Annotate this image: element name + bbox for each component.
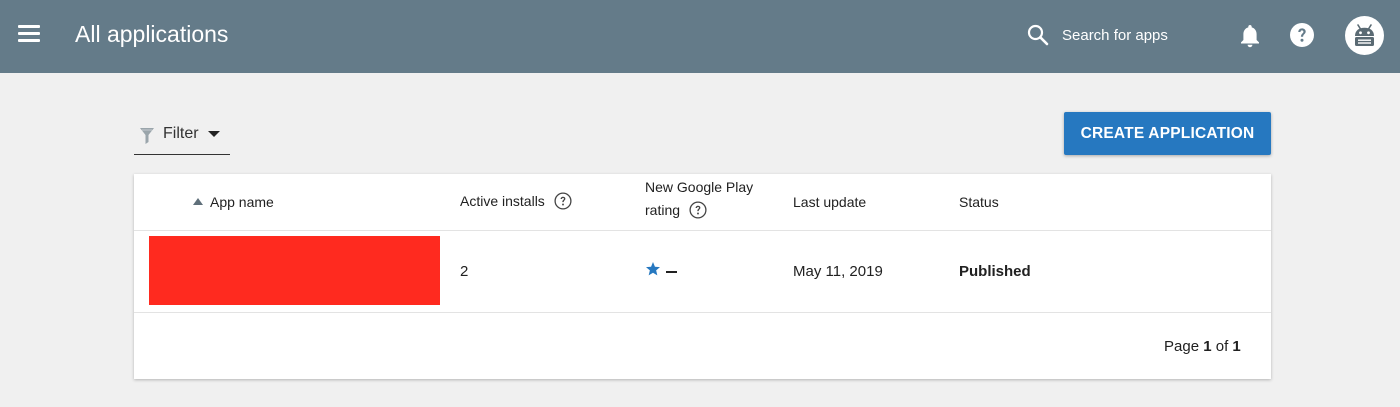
last-update-value: May 11, 2019 [793, 263, 883, 280]
applications-table: App name Active installs New Google Play… [134, 174, 1271, 379]
bell-icon[interactable] [1238, 23, 1262, 54]
top-app-bar: All applications [0, 0, 1400, 73]
android-avatar-icon [1355, 24, 1374, 46]
pagination-prefix: Page [1164, 338, 1200, 355]
column-header-rating-line1: New Google Play [645, 179, 754, 195]
question-circle-icon[interactable] [689, 201, 707, 219]
column-header-active-installs: Active installs [460, 192, 572, 211]
funnel-icon [140, 128, 154, 144]
avatar[interactable] [1345, 16, 1384, 55]
active-installs-value: 2 [460, 263, 469, 280]
pagination-separator: of [1215, 338, 1229, 355]
filter-label: Filter [163, 125, 199, 142]
column-header-rating: rating [645, 201, 707, 220]
pagination-total: 1 [1232, 338, 1241, 355]
column-header-rating-label: rating [645, 202, 681, 218]
question-circle-icon[interactable] [554, 192, 572, 210]
column-header-app-name[interactable]: App name [210, 194, 274, 210]
menu-icon[interactable] [18, 25, 42, 45]
search-box[interactable] [1026, 21, 1212, 51]
chevron-down-icon [208, 131, 220, 137]
table-row[interactable]: 2 May 11, 2019 Published [134, 232, 1271, 313]
create-application-button[interactable]: CREATE APPLICATION [1064, 112, 1271, 155]
column-header-last-update: Last update [793, 194, 867, 210]
column-header-status: Status [959, 194, 999, 210]
rating-value [666, 271, 677, 273]
pagination-current: 1 [1203, 338, 1212, 355]
app-name-redacted[interactable] [149, 236, 440, 305]
help-icon[interactable] [1289, 22, 1315, 53]
search-icon[interactable] [1026, 23, 1050, 47]
table-header-row: App name Active installs New Google Play… [134, 174, 1271, 231]
status-value: Published [959, 263, 1031, 280]
search-input[interactable] [1062, 24, 1212, 46]
star-icon [646, 262, 660, 276]
column-header-active-installs-label: Active installs [460, 193, 545, 209]
filter-dropdown[interactable]: Filter [134, 120, 230, 155]
sort-ascending-icon[interactable] [193, 198, 203, 205]
page-title: All applications [75, 21, 229, 47]
pagination: Page 1 of 1 [1164, 338, 1241, 355]
